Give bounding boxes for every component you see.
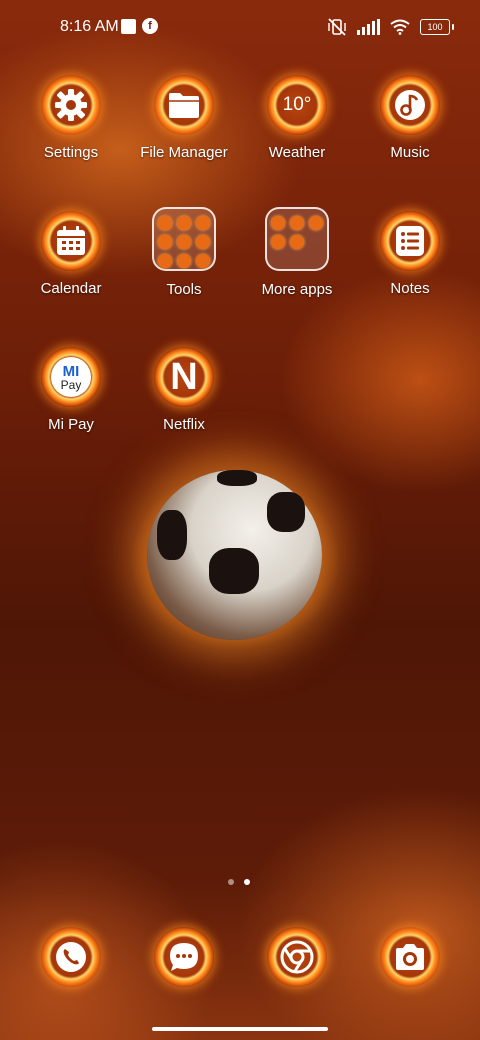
mini-app-icon [177,235,191,249]
app-music[interactable]: Music [355,75,465,161]
app-file-manager[interactable]: File Manager [129,75,239,161]
page-dot-active[interactable] [244,879,250,885]
dock-phone[interactable] [16,927,126,987]
mini-app-icon [158,216,172,230]
dock-camera[interactable] [355,927,465,987]
mini-app-icon [158,254,172,268]
app-notes[interactable]: Notes [355,211,465,297]
status-bar: 8:16 AM f 100 [0,0,480,56]
mini-app-icon [290,235,304,249]
camera-icon [396,944,424,970]
signal-icon [357,19,380,35]
app-calendar[interactable]: Calendar [16,211,126,297]
app-label: Music [390,144,430,161]
football [147,470,322,640]
mi-pay-text-top: MI [62,362,80,380]
folder-preview [152,207,216,271]
folder-tools[interactable]: Tools [129,207,239,298]
chat-bubble-icon [170,943,198,971]
page-dot[interactable] [228,879,234,885]
app-label: More apps [261,281,333,298]
folder-icon [169,93,199,118]
battery-icon: 100 [420,19,454,35]
music-note-icon [395,90,425,120]
app-netflix[interactable]: N Netflix [129,347,239,433]
wifi-icon [390,19,410,35]
mini-app-icon [196,254,210,268]
app-label: Mi Pay [48,416,94,433]
folder-preview [265,207,329,271]
notes-list-icon [396,226,424,256]
app-label: Tools [166,281,202,298]
mi-pay-icon: MI Pay [51,357,91,397]
dock-messages[interactable] [129,927,239,987]
app-label: Notes [390,280,430,297]
mini-app-icon [158,235,172,249]
status-icons: 100 [327,16,454,38]
mini-app-icon [196,216,210,230]
mi-pay-text-bottom: Pay [60,377,82,392]
phone-icon [56,942,86,972]
page-indicator [228,879,250,885]
calendar-icon [57,226,85,255]
mini-app-icon [271,216,285,230]
wallpaper-football [135,465,335,645]
dock-chrome[interactable] [242,927,352,987]
vibrate-off-icon [328,18,346,36]
home-gesture-bar[interactable] [152,1027,328,1031]
weather-temperature: 10° [282,94,312,115]
mini-app-icon [177,254,191,268]
mini-app-icon [290,216,304,230]
gear-icon [55,89,87,121]
app-label: Calendar [40,280,102,297]
status-time: 8:16 AM [60,18,119,35]
mini-app-icon [309,216,323,230]
app-mi-pay[interactable]: MI Pay Mi Pay [16,347,126,433]
notification-square-icon [121,19,136,34]
app-label: Weather [268,144,326,161]
chrome-icon [280,940,314,974]
app-settings[interactable]: Settings [16,75,126,161]
mini-app-icon [177,216,191,230]
mini-app-icon [196,235,210,249]
app-label: File Manager [140,144,228,161]
app-label: Netflix [163,416,205,433]
folder-more-apps[interactable]: More apps [242,207,352,298]
notification-app-icon: f [142,18,158,34]
mini-app-icon [271,235,285,249]
netflix-n-icon: N [170,355,198,398]
app-label: Settings [43,144,99,161]
app-weather[interactable]: 10° Weather [242,75,352,161]
